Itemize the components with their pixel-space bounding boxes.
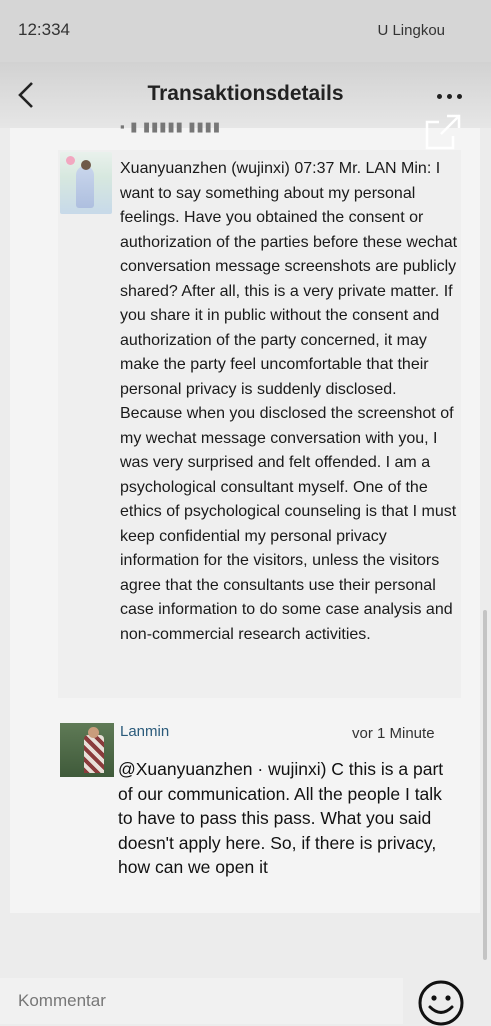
- scrollbar[interactable]: [483, 610, 487, 960]
- cut-off-text: ▪ ▮ ▮▮▮▮▮ ▮▮▮▮: [120, 119, 221, 134]
- comment-time: vor 1 Minute: [352, 725, 435, 742]
- emoji-icon[interactable]: [418, 980, 464, 1026]
- status-carrier: U Lingkou: [377, 22, 445, 39]
- header: Transaktionsdetails: [0, 62, 491, 128]
- message-text: Xuanyuanzhen (wujinxi) 07:37 Mr. LAN Min…: [120, 160, 458, 643]
- status-time: 12:334: [18, 20, 70, 39]
- page-title: Transaktionsdetails: [147, 82, 344, 105]
- comment-author[interactable]: Lanmin: [120, 723, 169, 740]
- avatar[interactable]: [60, 152, 112, 214]
- share-icon[interactable]: [423, 112, 463, 152]
- commenter-avatar[interactable]: [60, 723, 114, 777]
- comment-text: @Xuanyuanzhen · wujinxi) C this is a par…: [118, 759, 444, 877]
- more-dots-icon[interactable]: [437, 86, 469, 102]
- comment-input[interactable]: [0, 978, 403, 1024]
- status-bar: 12:334 U Lingkou: [0, 0, 491, 62]
